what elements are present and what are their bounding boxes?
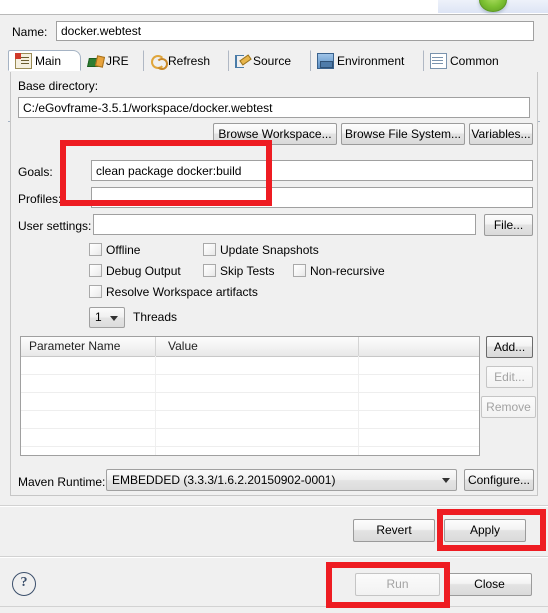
threads-value: 1 bbox=[95, 310, 102, 324]
dialog-titlebar-strip bbox=[0, 0, 548, 15]
tab-common-label: Common bbox=[450, 54, 499, 68]
checkbox-non-recursive-label: Non-recursive bbox=[310, 264, 385, 278]
column-header-parameter-name[interactable]: Parameter Name bbox=[29, 339, 120, 353]
checkbox-skip-tests-label: Skip Tests bbox=[220, 264, 275, 278]
checkbox-resolve-workspace-artifacts-label: Resolve Workspace artifacts bbox=[106, 285, 258, 299]
checkbox-debug-output-label: Debug Output bbox=[106, 264, 181, 278]
user-settings-input[interactable] bbox=[93, 214, 476, 235]
maven-runtime-dropdown[interactable]: EMBEDDED (3.3.3/1.6.2.20150902-0001) bbox=[106, 469, 457, 491]
help-icon[interactable]: ? bbox=[12, 572, 36, 596]
common-icon bbox=[430, 53, 447, 69]
browse-workspace-button[interactable]: Browse Workspace... bbox=[213, 123, 337, 145]
jre-icon bbox=[88, 54, 103, 68]
checkbox-resolve-workspace-artifacts[interactable] bbox=[89, 285, 102, 298]
tab-jre-label: JRE bbox=[106, 54, 129, 68]
remove-parameter-button: Remove bbox=[481, 396, 536, 418]
tab-refresh-label: Refresh bbox=[168, 54, 211, 68]
checkbox-non-recursive[interactable] bbox=[293, 264, 306, 277]
configure-maven-button[interactable]: Configure... bbox=[464, 469, 534, 491]
tab-environment-label: Environment bbox=[337, 54, 405, 68]
profiles-label: Profiles: bbox=[18, 192, 62, 206]
goals-input[interactable] bbox=[91, 160, 533, 181]
name-row: Name: bbox=[0, 20, 548, 46]
user-settings-file-button[interactable]: File... bbox=[484, 214, 533, 236]
tab-main-label: Main bbox=[35, 53, 62, 68]
tab-bar: Main JRE Refresh Source Environment Comm… bbox=[8, 50, 540, 122]
name-label: Name: bbox=[12, 25, 48, 39]
base-directory-label: Base directory: bbox=[18, 79, 99, 93]
tab-environment[interactable]: Environment bbox=[311, 50, 424, 71]
column-header-value[interactable]: Value bbox=[168, 339, 198, 353]
variables-button[interactable]: Variables... bbox=[469, 123, 533, 145]
add-parameter-button[interactable]: Add... bbox=[486, 336, 533, 358]
name-input[interactable] bbox=[56, 21, 534, 41]
source-icon bbox=[235, 54, 250, 68]
edit-parameter-button: Edit... bbox=[486, 366, 533, 388]
revert-button[interactable]: Revert bbox=[353, 519, 435, 542]
maven-runtime-value: EMBEDDED (3.3.3/1.6.2.20150902-0001) bbox=[112, 473, 336, 487]
tab-refresh[interactable]: Refresh bbox=[144, 50, 229, 71]
checkbox-offline-label: Offline bbox=[106, 243, 141, 257]
profiles-input[interactable] bbox=[91, 187, 533, 208]
goals-label: Goals: bbox=[18, 165, 53, 179]
close-button[interactable]: Close bbox=[447, 573, 532, 596]
run-button: Run bbox=[355, 573, 440, 596]
maven-runtime-label: Maven Runtime: bbox=[18, 475, 106, 489]
chevron-down-icon bbox=[110, 315, 118, 321]
run-configurations-dialog: Name: Main JRE Refresh Source Environmen… bbox=[0, 0, 548, 613]
user-settings-label: User settings: bbox=[18, 219, 92, 233]
threads-label: Threads bbox=[133, 310, 178, 324]
environment-icon bbox=[317, 53, 334, 69]
tab-source-label: Source bbox=[253, 54, 292, 68]
tab-jre[interactable]: JRE bbox=[82, 50, 144, 71]
apply-button[interactable]: Apply bbox=[444, 519, 526, 542]
tab-source[interactable]: Source bbox=[229, 50, 311, 71]
main-config-icon bbox=[15, 52, 32, 69]
checkbox-debug-output[interactable] bbox=[89, 264, 102, 277]
browse-file-system-button[interactable]: Browse File System... bbox=[341, 123, 465, 145]
refresh-icon bbox=[150, 54, 168, 70]
checkbox-offline[interactable] bbox=[89, 243, 102, 256]
chevron-down-icon bbox=[442, 478, 450, 483]
checkbox-update-snapshots[interactable] bbox=[203, 243, 216, 256]
checkbox-skip-tests[interactable] bbox=[203, 264, 216, 277]
parameters-table[interactable]: Parameter Name Value bbox=[20, 336, 480, 456]
base-directory-input[interactable] bbox=[18, 97, 530, 118]
tab-main[interactable]: Main bbox=[8, 50, 81, 71]
parameters-table-header: Parameter Name Value bbox=[21, 337, 479, 357]
tab-common[interactable]: Common bbox=[424, 50, 515, 71]
checkbox-update-snapshots-label: Update Snapshots bbox=[220, 243, 319, 257]
threads-dropdown[interactable]: 1 bbox=[89, 307, 125, 328]
